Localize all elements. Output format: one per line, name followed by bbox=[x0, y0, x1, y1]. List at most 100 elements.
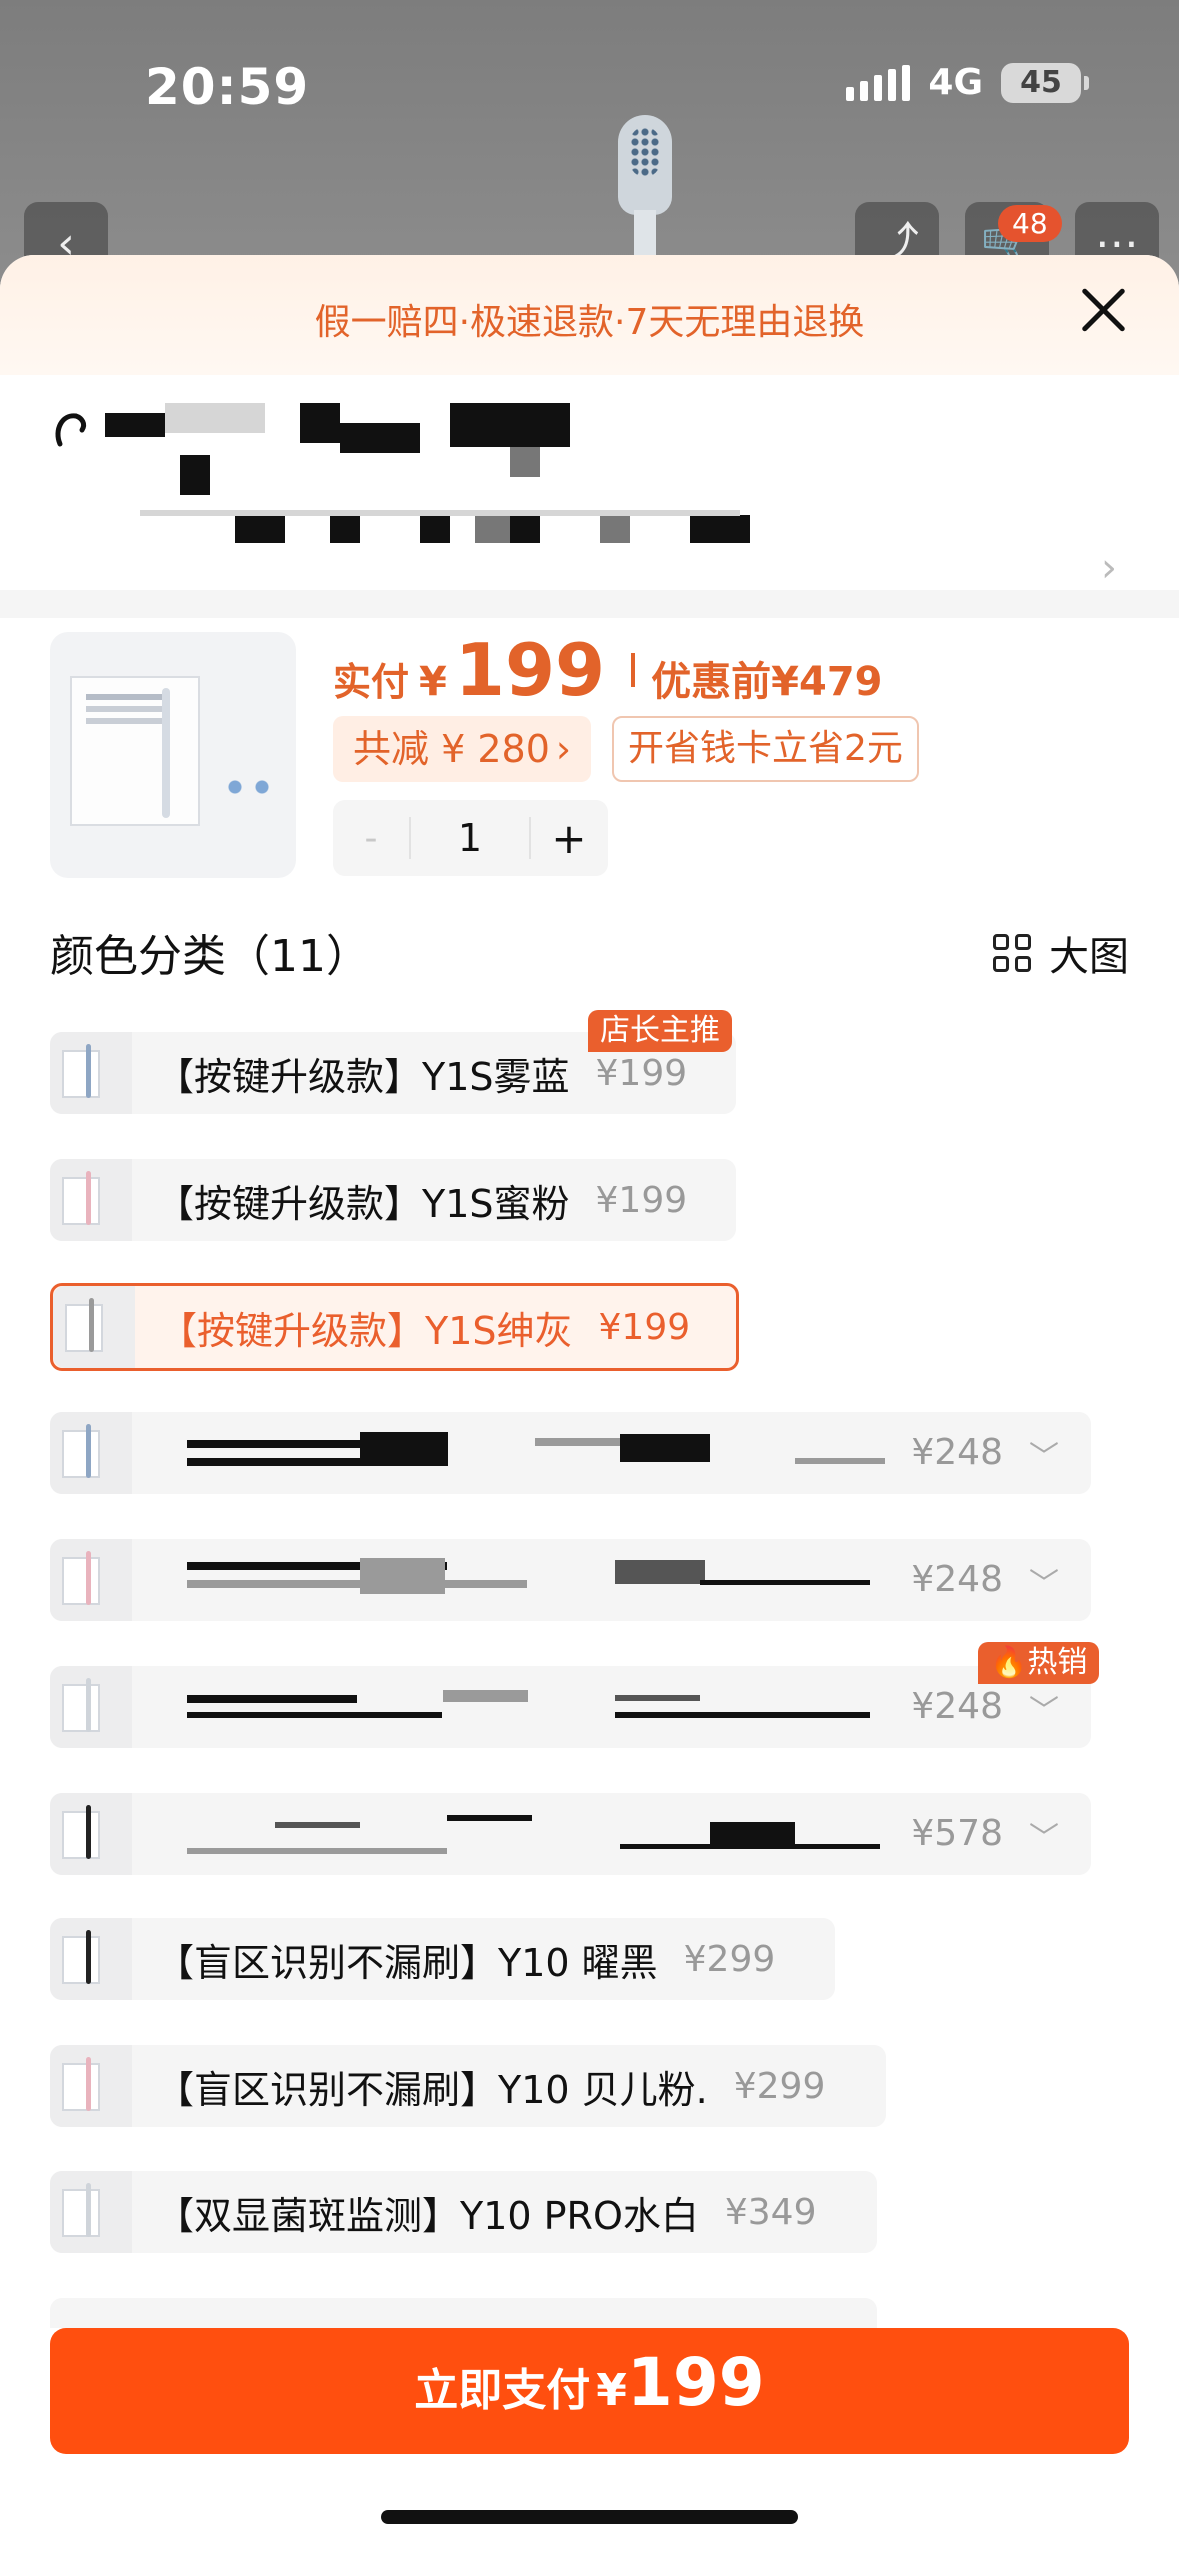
quantity-stepper: - 1 + bbox=[333, 800, 608, 876]
redacted-line bbox=[620, 1844, 880, 1849]
chevron-down-icon: ﹀ bbox=[1029, 1440, 1059, 1475]
chevron-down-icon: ﹀ bbox=[1029, 1821, 1059, 1856]
redacted-block bbox=[615, 1560, 705, 1584]
redacted-block bbox=[690, 515, 750, 543]
location-icon bbox=[55, 413, 87, 447]
discount-pill[interactable]: 共减 ¥ 280 › bbox=[333, 716, 592, 782]
redacted-line bbox=[275, 1822, 360, 1828]
price-separator bbox=[631, 653, 636, 687]
redacted-block bbox=[360, 1558, 445, 1594]
recommend-tag: 店长主推 bbox=[588, 1010, 732, 1052]
redacted-block bbox=[330, 515, 360, 543]
redacted-block bbox=[105, 413, 165, 437]
chevron-down-icon: ﹀ bbox=[1029, 1694, 1059, 1729]
battery-icon: 45 bbox=[1001, 62, 1089, 103]
redacted-block bbox=[620, 1434, 710, 1462]
variant-option[interactable]: 【盲区识别不漏刷】Y10 曜黑 ¥299 bbox=[50, 1918, 835, 2000]
variant-price: ¥199 bbox=[598, 1306, 691, 1348]
pay-label: 立即支付 bbox=[414, 2365, 591, 2416]
original-price: ¥479 bbox=[771, 659, 883, 705]
guarantee-banner: 假一赔四·极速退款·7天无理由退换 bbox=[0, 255, 1179, 375]
redacted-block bbox=[510, 447, 540, 477]
redacted-line bbox=[443, 1690, 528, 1702]
close-icon[interactable] bbox=[1079, 285, 1129, 335]
variant-label: 【盲区识别不漏刷】Y10 贝儿粉. bbox=[156, 2067, 708, 2112]
price-line: 实付 ¥ 199 优惠前 ¥479 bbox=[333, 628, 882, 712]
variant-label: 【盲区识别不漏刷】Y10 曜黑 bbox=[156, 1940, 658, 1985]
cart-badge: 48 bbox=[998, 205, 1062, 242]
redacted-block bbox=[360, 1432, 448, 1466]
variant-option[interactable]: 【双显菌斑监测】Y10 PRO水白 ¥349 bbox=[50, 2171, 877, 2253]
variant-option[interactable]: 【按键升级款】Y1S蜜粉 ¥199 bbox=[50, 1159, 736, 1241]
variant-price: ¥248 bbox=[911, 1559, 1003, 1600]
product-thumbnail[interactable] bbox=[50, 632, 296, 878]
variant-price: ¥248 bbox=[911, 1432, 1003, 1473]
chevron-right-icon: › bbox=[1101, 545, 1117, 591]
variant-price: ¥299 bbox=[733, 2065, 826, 2107]
section-divider bbox=[0, 590, 1179, 618]
variant-option-partial[interactable] bbox=[50, 2298, 877, 2328]
variant-price: ¥349 bbox=[724, 2191, 817, 2233]
variant-section-title: 颜色分类（11） bbox=[50, 931, 370, 982]
variant-option-selected[interactable]: 【按键升级款】Y1S绅灰 ¥199 bbox=[50, 1283, 739, 1371]
discount-label: 共减 ¥ 280 bbox=[353, 727, 550, 771]
variant-option[interactable]: ¥578 ﹀ bbox=[50, 1793, 1091, 1875]
variant-price: ¥199 bbox=[595, 1052, 688, 1094]
decrease-button[interactable]: - bbox=[333, 818, 409, 859]
guarantee-text: 假一赔四·极速退款·7天无理由退换 bbox=[314, 302, 865, 343]
variant-option[interactable]: ¥248 ﹀ bbox=[50, 1412, 1091, 1494]
redacted-block bbox=[450, 403, 570, 447]
variant-thumbnail bbox=[50, 1412, 132, 1494]
variant-thumbnail bbox=[50, 1666, 132, 1748]
variant-price: ¥199 bbox=[595, 1179, 688, 1221]
redacted-block bbox=[420, 515, 450, 543]
variant-option[interactable]: 【盲区识别不漏刷】Y10 贝儿粉. ¥299 bbox=[50, 2045, 886, 2127]
home-indicator[interactable] bbox=[381, 2510, 798, 2524]
price-currency: ¥ bbox=[419, 659, 447, 705]
redacted-line bbox=[447, 1815, 532, 1821]
variant-price: ¥578 bbox=[911, 1813, 1003, 1854]
hot-sale-tag: 🔥热销 bbox=[978, 1642, 1100, 1684]
redacted-line bbox=[187, 1712, 442, 1718]
redacted-line bbox=[187, 1695, 357, 1703]
redacted-block bbox=[140, 510, 740, 516]
product-box-image bbox=[70, 676, 200, 826]
increase-button[interactable]: + bbox=[531, 814, 607, 863]
redacted-line bbox=[187, 1580, 527, 1588]
variant-thumbnail bbox=[50, 2045, 132, 2127]
redacted-block bbox=[165, 403, 265, 433]
price-value: 199 bbox=[454, 628, 606, 712]
redacted-block bbox=[710, 1822, 795, 1844]
pay-now-button[interactable]: 立即支付 ¥ 199 bbox=[50, 2328, 1129, 2454]
redacted-block bbox=[510, 515, 540, 543]
variant-thumbnail bbox=[50, 1539, 132, 1621]
redacted-line bbox=[535, 1438, 620, 1446]
status-time: 20:59 bbox=[145, 58, 310, 116]
redacted-block bbox=[235, 515, 285, 543]
variant-thumbnail bbox=[50, 1159, 132, 1241]
price-label: 实付 bbox=[333, 660, 410, 704]
grid-icon bbox=[993, 934, 1031, 972]
redacted-block bbox=[600, 515, 630, 543]
chevron-down-icon: ﹀ bbox=[1029, 1567, 1059, 1602]
variant-thumbnail bbox=[50, 1032, 132, 1114]
variant-thumbnail bbox=[50, 1918, 132, 2000]
variant-price: ¥248 bbox=[911, 1686, 1003, 1727]
variant-thumbnail bbox=[50, 2171, 132, 2253]
saver-card-pill[interactable]: 开省钱卡立省2元 bbox=[612, 716, 919, 782]
chevron-right-icon: › bbox=[555, 727, 572, 771]
variant-label: 【按键升级款】Y1S蜜粉 bbox=[156, 1181, 570, 1226]
redacted-block bbox=[300, 403, 340, 443]
original-price-label: 优惠前 bbox=[651, 659, 772, 705]
variant-option[interactable]: ¥248 ﹀ bbox=[50, 1666, 1091, 1748]
toothbrush-image bbox=[618, 115, 672, 215]
redacted-block bbox=[340, 423, 420, 453]
variant-label: 【按键升级款】Y1S雾蓝 bbox=[156, 1054, 570, 1099]
quantity-value[interactable]: 1 bbox=[409, 817, 531, 859]
hot-sale-label: 热销 bbox=[1027, 1645, 1088, 1680]
redacted-line bbox=[795, 1458, 885, 1464]
big-view-toggle[interactable]: 大图 bbox=[993, 924, 1129, 982]
variant-price: ¥299 bbox=[683, 1938, 776, 1980]
redacted-line bbox=[615, 1712, 870, 1718]
signal-icon bbox=[846, 64, 911, 101]
